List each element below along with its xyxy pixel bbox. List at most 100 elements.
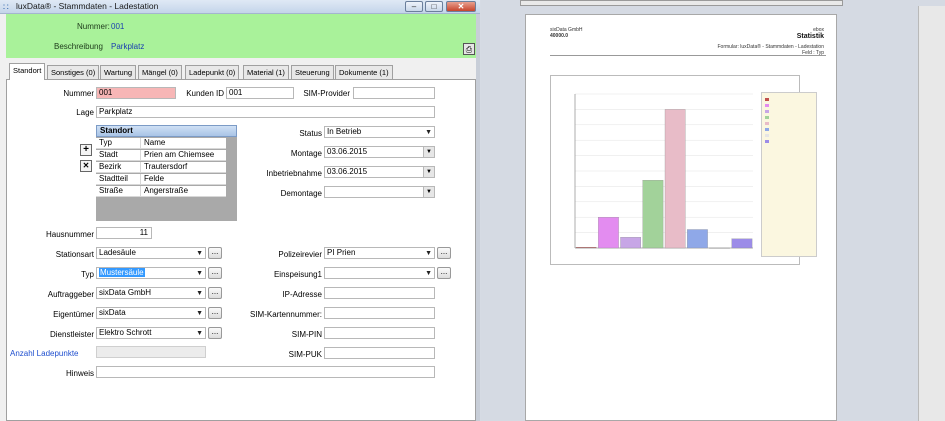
hinweis-field[interactable] <box>96 366 435 378</box>
dienstleister-dropdown[interactable]: Elektro Schrott ▼ <box>96 327 206 339</box>
grid-title: Standort <box>96 125 237 137</box>
legend-swatch <box>765 127 769 131</box>
chart-bar-0 <box>575 247 597 249</box>
sim-kartennummer-field[interactable] <box>324 307 435 319</box>
polizeirevier-value: PI Prien <box>327 248 356 257</box>
table-row[interactable]: Bezirk Trautersdorf <box>96 162 226 173</box>
sim-puk-field[interactable] <box>324 347 435 359</box>
sim-kartennummer-label: SIM-Kartennummer: <box>249 310 322 319</box>
maximize-button[interactable]: □ <box>425 1 443 12</box>
chart-bar-7 <box>731 238 753 249</box>
legend-swatch <box>765 133 769 137</box>
tab-steuerung[interactable]: Steuerung <box>291 65 334 79</box>
close-button[interactable]: ✕ <box>446 1 476 12</box>
grid-header-row: Typ Name <box>96 138 226 149</box>
standort-grid: Standort Typ Name Stadt Prien am Chiemse… <box>96 125 237 221</box>
chart-bar-2 <box>620 237 641 249</box>
legend-swatch <box>765 139 769 143</box>
grid-col-name: Name <box>144 138 166 147</box>
anzahl-ladepunkte-field <box>96 346 206 358</box>
einspeisung-dropdown[interactable]: ▼ <box>324 267 435 279</box>
header-nummer-value: 001 <box>111 22 125 31</box>
calendar-dropdown-icon[interactable]: ▼ <box>423 167 434 177</box>
chart-frame <box>550 75 817 265</box>
nummer-label: Nummer <box>63 89 94 98</box>
dienstleister-label: Dienstleister <box>49 330 94 339</box>
grid-cell: Trautersdorf <box>144 162 188 171</box>
legend-swatch <box>765 121 769 125</box>
legend-swatch <box>765 97 769 101</box>
legend-entry-7 <box>765 139 771 145</box>
chevron-down-icon: ▼ <box>196 330 203 337</box>
table-row[interactable]: Straße Angerstraße <box>96 186 226 197</box>
eigentuemer-value: sixData <box>99 308 126 317</box>
demontage-date-field[interactable]: ▼ <box>324 186 435 198</box>
tab-material[interactable]: Material (1) <box>243 65 289 79</box>
hausnummer-label: Hausnummer <box>45 230 94 239</box>
grid-cell: Bezirk <box>98 162 141 172</box>
status-dropdown[interactable]: In Betrieb ▼ <box>324 126 435 138</box>
tab-sonstiges[interactable]: Sonstiges (0) <box>47 65 100 79</box>
window-edge <box>476 14 480 421</box>
calendar-dropdown-icon[interactable]: ▼ <box>423 187 434 197</box>
stationsart-dropdown[interactable]: Ladesäule ▼ <box>96 247 206 259</box>
window-title: luxData® - Stammdaten - Ladestation <box>16 1 159 11</box>
sim-puk-label: SIM-PUK <box>288 350 322 359</box>
sim-pin-field[interactable] <box>324 327 435 339</box>
chart-bar-4 <box>664 109 686 249</box>
tab-standort[interactable]: Standort <box>9 63 46 80</box>
table-row[interactable]: Stadt Prien am Chiemsee <box>96 150 226 161</box>
inbetriebnahme-value: 03.06.2015 <box>327 167 368 176</box>
chart-bar-1 <box>598 217 619 249</box>
chevron-down-icon: ▼ <box>425 270 432 277</box>
header-nummer-label: Nummer: <box>77 22 110 31</box>
stationsart-value: Ladesäule <box>99 248 136 257</box>
app-icon: ∷ <box>3 2 9 12</box>
inbetriebnahme-date-field[interactable]: 03.06.2015 ▼ <box>324 166 435 178</box>
tab-ladepunkt[interactable]: Ladepunkt (0) <box>185 65 240 79</box>
status-value: In Betrieb <box>327 127 362 136</box>
minimize-button[interactable]: – <box>405 1 423 12</box>
nummer-field[interactable]: 001 <box>96 87 176 99</box>
ip-adresse-field[interactable] <box>324 287 435 299</box>
grid-cell: Prien am Chiemsee <box>144 150 215 159</box>
typ-label: Typ <box>81 270 94 279</box>
eigentuemer-dropdown[interactable]: sixData ▼ <box>96 307 206 319</box>
chevron-down-icon: ▼ <box>196 270 203 277</box>
tab-maengel[interactable]: Mängel (0) <box>138 65 182 79</box>
typ-more-button[interactable]: ... <box>208 267 222 279</box>
add-location-button[interactable]: + <box>80 144 92 156</box>
chevron-down-icon: ▼ <box>196 310 203 317</box>
page-ruler <box>520 0 843 6</box>
eigentuemer-more-button[interactable]: ... <box>208 307 222 319</box>
chart-bar-5 <box>687 229 708 249</box>
printer-icon[interactable]: ⎙ <box>463 43 475 55</box>
polizeirevier-more-button[interactable]: ... <box>437 247 451 259</box>
remove-location-button[interactable]: ✕ <box>80 160 92 172</box>
header-beschreibung-value: Parkplatz <box>111 42 145 51</box>
einspeisung-more-button[interactable]: ... <box>437 267 451 279</box>
montage-date-field[interactable]: 03.06.2015 ▼ <box>324 146 435 158</box>
lage-field[interactable]: Parkplatz <box>96 106 435 118</box>
vertical-scrollbar[interactable] <box>918 6 945 421</box>
table-row[interactable]: Stadtteil Felde <box>96 174 226 185</box>
kunden-id-field[interactable]: 001 <box>226 87 294 99</box>
sim-provider-field[interactable] <box>353 87 435 99</box>
montage-value: 03.06.2015 <box>327 147 368 156</box>
tab-dokumente[interactable]: Dokumente (1) <box>335 65 393 79</box>
einspeisung-label: Einspeisung1 <box>273 270 322 279</box>
auftraggeber-more-button[interactable]: ... <box>208 287 222 299</box>
grid-cell: Stadtteil <box>98 174 141 184</box>
anzahl-ladepunkte-link[interactable]: Anzahl Ladepunkte <box>10 349 79 358</box>
polizeirevier-dropdown[interactable]: PI Prien ▼ <box>324 247 435 259</box>
tab-wartung[interactable]: Wartung <box>100 65 137 79</box>
auftraggeber-dropdown[interactable]: sixData GmbH ▼ <box>96 287 206 299</box>
typ-value: Mustersäule <box>99 268 145 277</box>
calendar-dropdown-icon[interactable]: ▼ <box>423 147 434 157</box>
title-bar[interactable]: ∷ luxData® - Stammdaten - Ladestation – … <box>0 0 480 14</box>
auftraggeber-label: Auftraggeber <box>47 290 94 299</box>
dienstleister-more-button[interactable]: ... <box>208 327 222 339</box>
hausnummer-field[interactable]: 11 <box>96 227 152 239</box>
stationsart-more-button[interactable]: ... <box>208 247 222 259</box>
typ-dropdown[interactable]: Mustersäule ▼ <box>96 267 206 279</box>
